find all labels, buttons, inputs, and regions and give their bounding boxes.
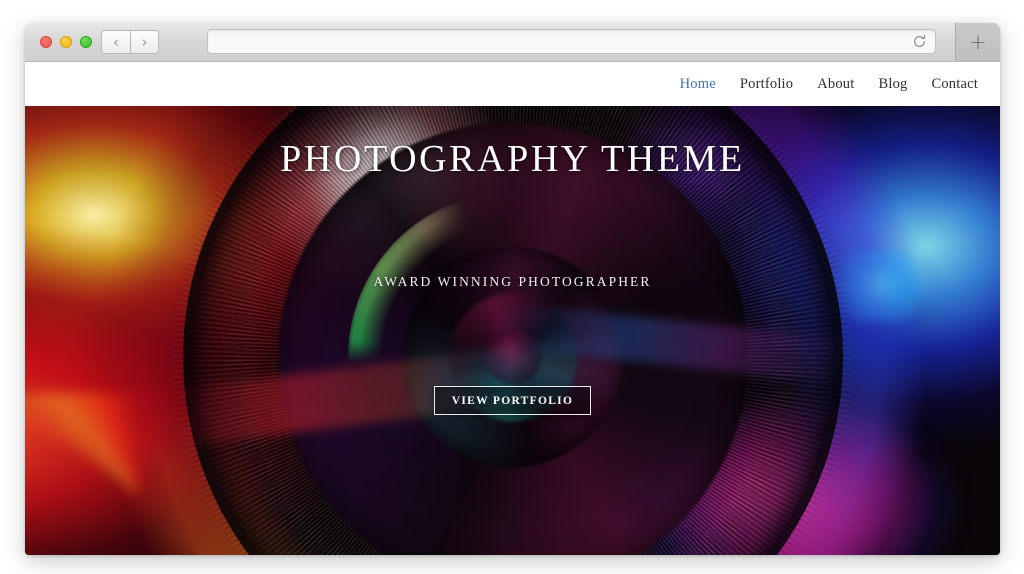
reload-icon[interactable]	[912, 34, 927, 49]
hero-subtitle: AWARD WINNING PHOTOGRAPHER	[373, 274, 652, 289]
navigation-buttons: ‹ ›	[101, 30, 159, 54]
maximize-window-button[interactable]	[80, 36, 92, 48]
minimize-window-button[interactable]	[60, 36, 72, 48]
browser-toolbar: ‹ › +	[25, 23, 1000, 62]
site-nav-list: Home Portfolio About Blog Contact	[680, 76, 978, 93]
hero-section: PHOTOGRAPHY THEME AWARD WINNING PHOTOGRA…	[25, 106, 1000, 555]
forward-button[interactable]: ›	[130, 30, 159, 54]
hero-title: PHOTOGRAPHY THEME	[280, 138, 745, 180]
browser-window: ‹ › + Home Portfolio About Blog Contact …	[25, 23, 1000, 555]
chevron-left-icon: ‹	[113, 32, 119, 51]
site-navbar: Home Portfolio About Blog Contact	[25, 62, 1000, 106]
close-window-button[interactable]	[40, 36, 52, 48]
nav-item-home[interactable]: Home	[680, 76, 716, 93]
address-bar[interactable]	[207, 29, 936, 55]
address-input[interactable]	[216, 30, 905, 55]
chevron-right-icon: ›	[141, 32, 148, 51]
nav-item-contact[interactable]: Contact	[931, 76, 978, 93]
nav-item-blog[interactable]: Blog	[878, 76, 907, 93]
back-button[interactable]: ‹	[101, 30, 130, 54]
window-controls	[40, 36, 92, 48]
new-tab-button[interactable]: +	[955, 23, 1000, 61]
hero-content: PHOTOGRAPHY THEME AWARD WINNING PHOTOGRA…	[25, 106, 1000, 555]
nav-item-portfolio[interactable]: Portfolio	[740, 76, 793, 93]
plus-icon: +	[969, 30, 987, 54]
nav-item-about[interactable]: About	[817, 76, 854, 93]
view-portfolio-button[interactable]: VIEW PORTFOLIO	[433, 386, 592, 415]
